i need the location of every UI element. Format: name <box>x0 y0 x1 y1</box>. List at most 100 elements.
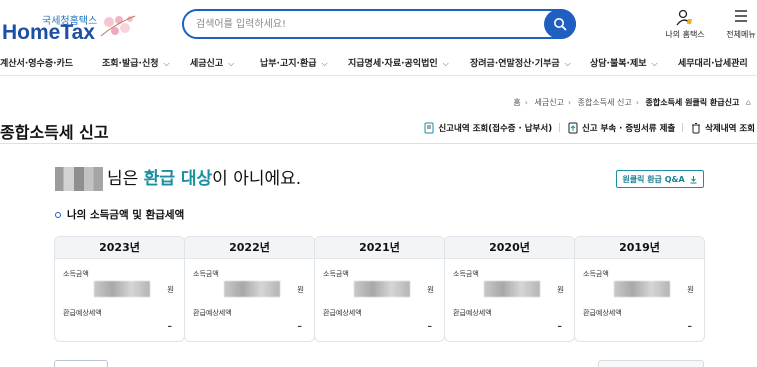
submit-documents-label: 신고 부속 · 증빙서류 제출 <box>581 124 676 134</box>
message-suffix: 이 아니에요. <box>212 169 302 189</box>
breadcrumb-separator: › <box>524 98 528 107</box>
message-highlight: 환급 대상 <box>143 169 213 189</box>
breadcrumb: 홈 › 세금신고 › 종합소득세 신고 › 종합소득세 원클릭 환급신고 ⌂ <box>513 97 751 108</box>
upload-document-icon <box>568 122 578 134</box>
chevron-down-icon: ⌵ <box>321 59 328 68</box>
nav-item-payment[interactable]: 납부·고지·환급 ⌵ <box>260 56 328 69</box>
breadcrumb-separator: › <box>567 98 572 107</box>
main-nav: 계산서·영수증·카드 조회·발급·신청 ⌵ 세금신고 ⌵ 납부·고지·환급 ⌵ 지급명… <box>0 52 757 76</box>
currency-unit: 원 <box>297 285 304 294</box>
filing-history-label: 신고내역 조회(접수증 · 납부서) <box>438 124 553 134</box>
blossom-icon <box>100 15 136 37</box>
bottom-left-button[interactable] <box>54 360 108 367</box>
document-icon <box>424 122 434 134</box>
nav-item-label: 지급명세·자료·공익법인 <box>348 59 438 69</box>
title-divider <box>0 143 757 144</box>
refund-value: – <box>167 322 173 332</box>
search-input[interactable] <box>196 15 526 33</box>
year-label: 2023년 <box>55 237 184 259</box>
user-icon <box>676 9 692 26</box>
nav-item-statements[interactable]: 지급명세·자료·공익법인 ⌵ <box>348 56 449 69</box>
qa-button-label: 원클릭 환급 Q&A <box>622 174 685 184</box>
year-card-2019: 2019년 소득금액 원 환급예상세액 – <box>574 236 705 342</box>
nav-item-consult[interactable]: 상담·불복·제보 ⌵ <box>590 56 658 69</box>
refund-value: – <box>297 322 303 332</box>
bullet-icon <box>55 211 61 218</box>
year-label: 2020년 <box>445 237 574 259</box>
income-label: 소득금액 <box>193 270 219 278</box>
breadcrumb-separator: › <box>635 98 639 107</box>
hometax-logo[interactable]: 국세청홈택스 HomeTax <box>2 6 142 46</box>
year-card-2021: 2021년 소득금액 원 환급예상세액 – <box>314 236 445 342</box>
bottom-right-button[interactable] <box>598 360 704 367</box>
currency-unit: 원 <box>167 285 174 294</box>
filing-history-link[interactable]: 신고내역 조회(접수증 · 납부서) <box>423 122 552 134</box>
deleted-history-label: 삭제내역 조회 <box>705 124 755 134</box>
search-bar <box>182 9 576 39</box>
search-button[interactable] <box>544 9 576 39</box>
nav-item-inquiry[interactable]: 조회·발급·신청 ⌵ <box>102 56 170 69</box>
nav-item-tax-agent[interactable]: 세무대리·납세관리 <box>678 56 748 69</box>
message-prefix: 님은 <box>107 169 144 189</box>
masked-income-value <box>94 281 150 297</box>
download-icon <box>690 175 697 183</box>
search-icon <box>554 18 567 31</box>
hamburger-icon <box>735 10 747 22</box>
currency-unit: 원 <box>687 285 694 294</box>
section-title-text: 나의 소득금액 및 환급세액 <box>67 209 185 221</box>
masked-income-value <box>224 281 280 297</box>
income-label: 소득금액 <box>63 270 89 278</box>
masked-user-name <box>55 167 103 191</box>
year-label: 2022년 <box>185 237 314 259</box>
year-cards: 2023년 소득금액 원 환급예상세액 – 2022년 소득금액 원 환급예상세… <box>54 236 705 342</box>
nav-item-label: 세금신고 <box>190 59 224 69</box>
year-label: 2019년 <box>575 237 704 259</box>
breadcrumb-tax-filing[interactable]: 세금신고 <box>534 98 563 107</box>
home-icon[interactable]: ⌂ <box>746 98 751 107</box>
refund-status-message: 님은 환급 대상이 아니에요. <box>55 164 301 191</box>
deleted-history-link[interactable]: 삭제내역 조회 <box>690 122 755 134</box>
trash-icon <box>692 123 701 134</box>
all-menu-button[interactable]: 전체메뉴 <box>719 8 757 42</box>
currency-unit: 원 <box>427 285 434 294</box>
page-title: 종합소득세 신고 <box>0 123 109 142</box>
refund-label: 환급예상세액 <box>323 309 362 317</box>
header: 국세청홈택스 HomeTax 나의 홈택스 <box>0 0 757 48</box>
breadcrumb-income-tax[interactable]: 종합소득세 신고 <box>578 98 632 107</box>
chevron-down-icon: ⌵ <box>564 59 571 68</box>
submit-documents-link[interactable]: 신고 부속 · 증빙서류 제출 <box>567 122 675 134</box>
chevron-down-icon: ⌵ <box>442 59 449 68</box>
breadcrumb-current: 종합소득세 원클릭 환급신고 <box>645 98 740 107</box>
year-card-2020: 2020년 소득금액 원 환급예상세액 – <box>444 236 575 342</box>
action-divider: | <box>558 123 561 133</box>
nav-item-label: 납부·고지·환급 <box>260 59 317 69</box>
all-menu-label: 전체메뉴 <box>726 30 756 39</box>
currency-unit: 원 <box>557 285 564 294</box>
refund-value: – <box>687 322 693 332</box>
refund-label: 환급예상세액 <box>453 309 492 317</box>
nav-item-label: 계산서·영수증·카드 <box>0 59 74 69</box>
action-divider: | <box>681 123 685 133</box>
year-card-2022: 2022년 소득금액 원 환급예상세액 – <box>184 236 315 342</box>
nav-item-tax-filing[interactable]: 세금신고 ⌵ <box>190 56 234 69</box>
breadcrumb-home[interactable]: 홈 <box>513 98 520 107</box>
masked-income-value <box>614 281 670 297</box>
year-label: 2021년 <box>315 237 444 259</box>
year-card-2023: 2023년 소득금액 원 환급예상세액 – <box>54 236 185 342</box>
chevron-down-icon: ⌵ <box>228 59 235 68</box>
oneclick-refund-qa-button[interactable]: 원클릭 환급 Q&A <box>616 170 704 188</box>
nav-item-incentives[interactable]: 장려금·연말정산·기부금 ⌵ <box>470 56 571 69</box>
nav-item-label: 조회·발급·신청 <box>102 59 159 69</box>
nav-item-receipts[interactable]: 계산서·영수증·카드 <box>0 56 73 69</box>
masked-income-value <box>354 281 410 297</box>
masked-income-value <box>484 281 540 297</box>
nav-item-label: 세무대리·납세관리 <box>678 59 748 69</box>
refund-value: – <box>557 322 563 332</box>
refund-label: 환급예상세액 <box>193 309 232 317</box>
my-hometax-label: 나의 홈택스 <box>665 30 705 39</box>
my-hometax-button[interactable]: 나의 홈택스 <box>660 8 710 42</box>
income-label: 소득금액 <box>323 270 349 278</box>
income-label: 소득금액 <box>453 270 479 278</box>
section-title: 나의 소득금액 및 환급세액 <box>55 207 184 222</box>
nav-item-label: 상담·불복·제보 <box>590 59 647 69</box>
